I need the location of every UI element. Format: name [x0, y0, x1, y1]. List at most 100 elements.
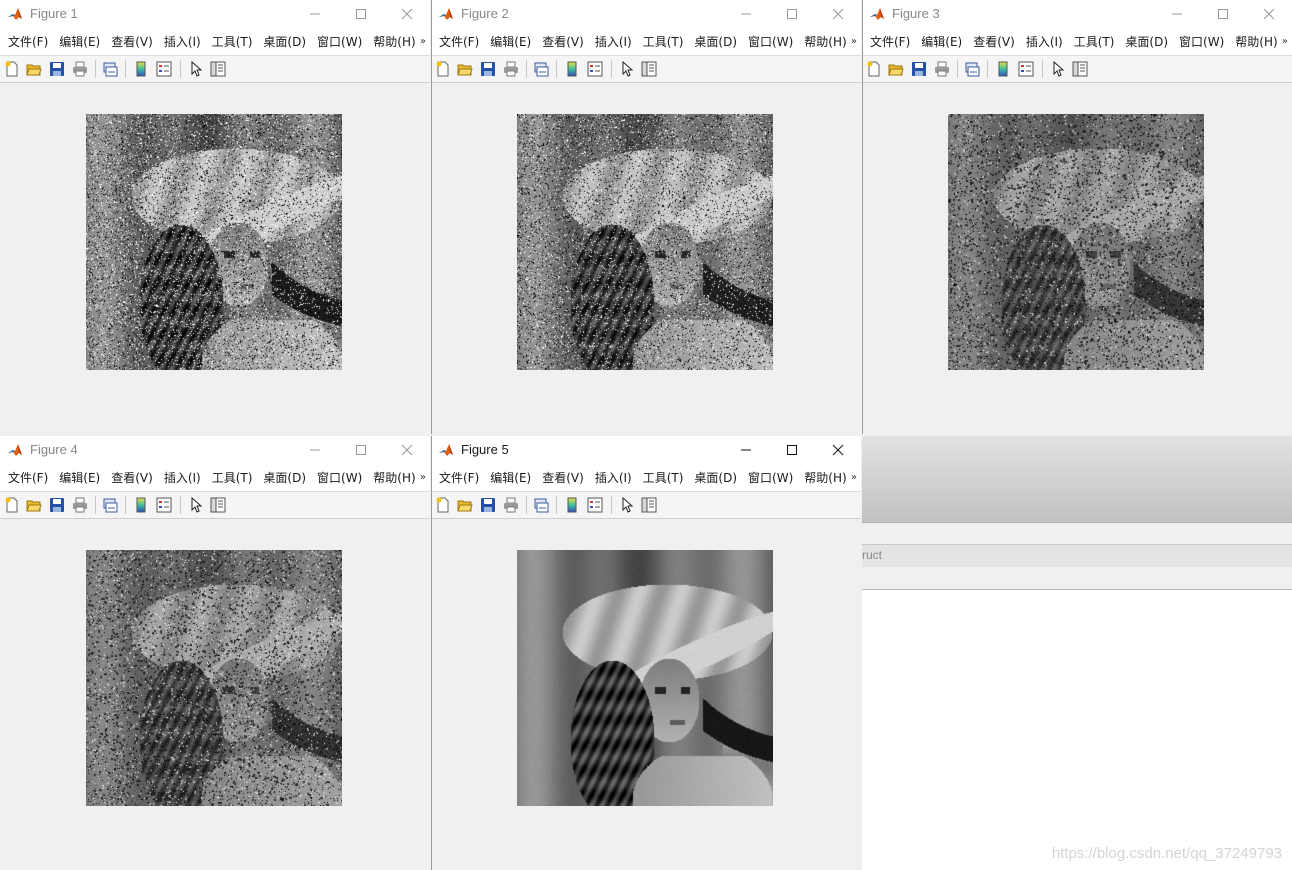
- menu-item-2[interactable]: 查看(V): [107, 469, 157, 486]
- link-plot-icon[interactable]: [532, 60, 550, 78]
- image-display[interactable]: [86, 550, 342, 806]
- menu-item-4[interactable]: 工具(T): [208, 469, 257, 486]
- open-file-icon[interactable]: [25, 496, 43, 514]
- print-icon[interactable]: [502, 60, 520, 78]
- menu-item-6[interactable]: 窗口(W): [744, 469, 797, 486]
- close-button[interactable]: [384, 436, 430, 464]
- save-icon[interactable]: [48, 60, 66, 78]
- menu-overflow-icon[interactable]: »: [851, 472, 857, 483]
- image-display[interactable]: [517, 550, 773, 806]
- property-inspector-icon[interactable]: [1071, 60, 1089, 78]
- menu-item-6[interactable]: 窗口(W): [1175, 33, 1228, 50]
- maximize-button[interactable]: [338, 0, 384, 28]
- menu-item-2[interactable]: 查看(V): [538, 469, 588, 486]
- maximize-button[interactable]: [1200, 0, 1246, 28]
- menu-item-5[interactable]: 桌面(D): [259, 33, 310, 50]
- edit-plot-pointer-icon[interactable]: [618, 60, 636, 78]
- colorbar-icon[interactable]: [132, 60, 150, 78]
- colorbar-icon[interactable]: [994, 60, 1012, 78]
- colorbar-icon[interactable]: [132, 496, 150, 514]
- menu-item-5[interactable]: 桌面(D): [259, 469, 310, 486]
- menu-item-4[interactable]: 工具(T): [208, 33, 257, 50]
- menu-item-3[interactable]: 插入(I): [160, 33, 205, 50]
- title-bar[interactable]: Figure 4: [0, 436, 430, 464]
- open-file-icon[interactable]: [456, 60, 474, 78]
- link-plot-icon[interactable]: [963, 60, 981, 78]
- menu-item-0[interactable]: 文件(F): [435, 469, 483, 486]
- menu-item-7[interactable]: 帮助(H): [800, 33, 850, 50]
- close-button[interactable]: [815, 0, 861, 28]
- menu-item-7[interactable]: 帮助(H): [369, 469, 419, 486]
- menu-item-4[interactable]: 工具(T): [639, 469, 688, 486]
- menu-item-3[interactable]: 插入(I): [591, 33, 636, 50]
- menu-item-4[interactable]: 工具(T): [639, 33, 688, 50]
- menu-item-7[interactable]: 帮助(H): [369, 33, 419, 50]
- open-file-icon[interactable]: [887, 60, 905, 78]
- property-inspector-icon[interactable]: [209, 60, 227, 78]
- property-inspector-icon[interactable]: [640, 60, 658, 78]
- menu-item-5[interactable]: 桌面(D): [690, 469, 741, 486]
- save-icon[interactable]: [910, 60, 928, 78]
- maximize-button[interactable]: [769, 0, 815, 28]
- open-file-icon[interactable]: [25, 60, 43, 78]
- print-icon[interactable]: [933, 60, 951, 78]
- menu-overflow-icon[interactable]: »: [420, 36, 426, 47]
- close-button[interactable]: [1246, 0, 1292, 28]
- menu-item-5[interactable]: 桌面(D): [1121, 33, 1172, 50]
- menu-item-3[interactable]: 插入(I): [160, 469, 205, 486]
- save-icon[interactable]: [48, 496, 66, 514]
- menu-item-1[interactable]: 编辑(E): [55, 469, 104, 486]
- maximize-button[interactable]: [338, 436, 384, 464]
- menu-overflow-icon[interactable]: »: [420, 472, 426, 483]
- menu-item-7[interactable]: 帮助(H): [800, 469, 850, 486]
- minimize-button[interactable]: [292, 0, 338, 28]
- new-figure-icon[interactable]: [3, 496, 21, 514]
- menu-item-6[interactable]: 窗口(W): [313, 33, 366, 50]
- menu-item-0[interactable]: 文件(F): [435, 33, 483, 50]
- new-figure-icon[interactable]: [434, 60, 452, 78]
- menu-item-1[interactable]: 编辑(E): [55, 33, 104, 50]
- menu-item-2[interactable]: 查看(V): [107, 33, 157, 50]
- minimize-button[interactable]: [723, 436, 769, 464]
- menu-item-2[interactable]: 查看(V): [969, 33, 1019, 50]
- image-display[interactable]: [86, 114, 342, 370]
- edit-plot-pointer-icon[interactable]: [618, 496, 636, 514]
- link-plot-icon[interactable]: [101, 496, 119, 514]
- print-icon[interactable]: [502, 496, 520, 514]
- save-icon[interactable]: [479, 496, 497, 514]
- minimize-button[interactable]: [292, 436, 338, 464]
- menu-item-3[interactable]: 插入(I): [1022, 33, 1067, 50]
- legend-icon[interactable]: [586, 60, 604, 78]
- legend-icon[interactable]: [155, 60, 173, 78]
- menu-item-1[interactable]: 编辑(E): [486, 33, 535, 50]
- close-button[interactable]: [815, 436, 861, 464]
- menu-item-2[interactable]: 查看(V): [538, 33, 588, 50]
- menu-item-5[interactable]: 桌面(D): [690, 33, 741, 50]
- menu-item-1[interactable]: 编辑(E): [917, 33, 966, 50]
- edit-plot-pointer-icon[interactable]: [187, 496, 205, 514]
- save-icon[interactable]: [479, 60, 497, 78]
- open-file-icon[interactable]: [456, 496, 474, 514]
- print-icon[interactable]: [71, 60, 89, 78]
- minimize-button[interactable]: [723, 0, 769, 28]
- edit-plot-pointer-icon[interactable]: [187, 60, 205, 78]
- menu-item-0[interactable]: 文件(F): [4, 33, 52, 50]
- menu-overflow-icon[interactable]: »: [851, 36, 857, 47]
- title-bar[interactable]: Figure 1: [0, 0, 430, 28]
- legend-icon[interactable]: [1017, 60, 1035, 78]
- menu-item-6[interactable]: 窗口(W): [313, 469, 366, 486]
- print-icon[interactable]: [71, 496, 89, 514]
- new-figure-icon[interactable]: [434, 496, 452, 514]
- new-figure-icon[interactable]: [865, 60, 883, 78]
- legend-icon[interactable]: [586, 496, 604, 514]
- menu-item-4[interactable]: 工具(T): [1070, 33, 1119, 50]
- menu-item-6[interactable]: 窗口(W): [744, 33, 797, 50]
- image-display[interactable]: [948, 114, 1204, 370]
- title-bar[interactable]: Figure 5: [431, 436, 861, 464]
- minimize-button[interactable]: [1154, 0, 1200, 28]
- close-button[interactable]: [384, 0, 430, 28]
- image-display[interactable]: [517, 114, 773, 370]
- title-bar[interactable]: Figure 3: [862, 0, 1292, 28]
- menu-item-3[interactable]: 插入(I): [591, 469, 636, 486]
- title-bar[interactable]: Figure 2: [431, 0, 861, 28]
